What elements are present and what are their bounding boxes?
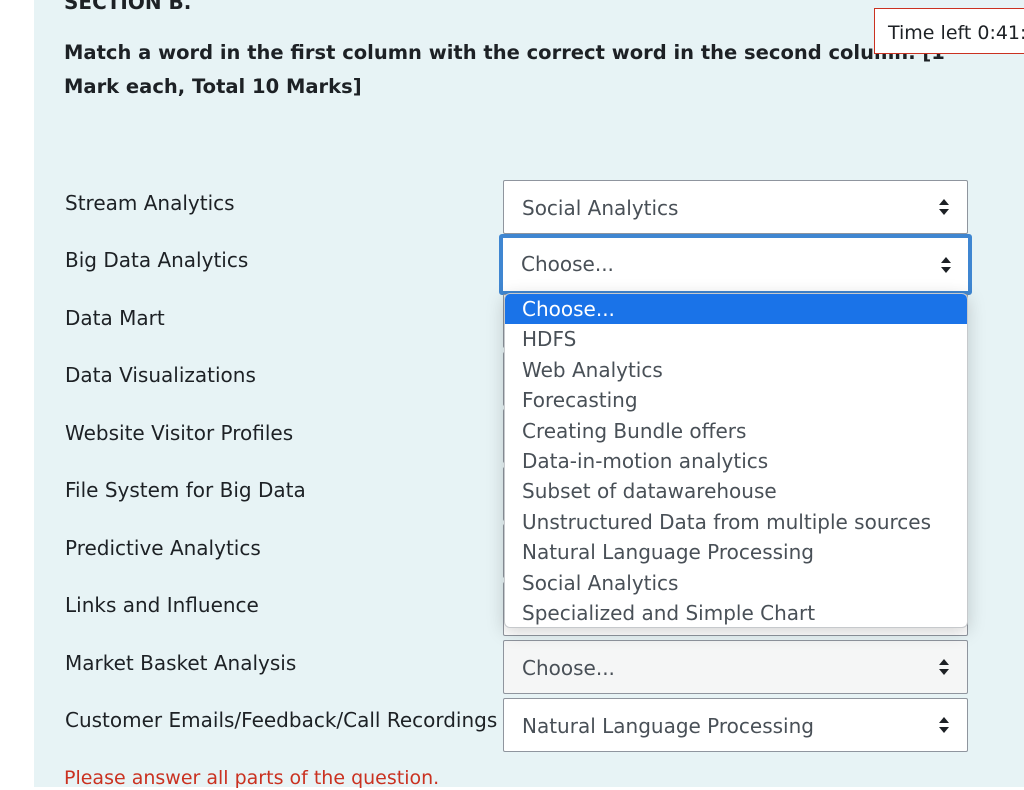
select-dropdown-list[interactable]: Choose... HDFS Web Analytics Forecasting… [504,293,968,628]
dropdown-option-forecasting[interactable]: Forecasting [505,385,967,415]
stem-customer-emails: Customer Emails/Feedback/Call Recordings [65,708,498,732]
answer-select-9[interactable]: Choose... [503,640,968,694]
stem-market-basket-analysis: Market Basket Analysis [65,651,297,675]
question-instructions: Match a word in the first column with th… [64,41,945,98]
dropdown-option-data-in-motion[interactable]: Data-in-motion analytics [505,446,967,476]
stem-stream-analytics: Stream Analytics [65,191,235,215]
answer-select-2[interactable]: Choose... [499,234,972,295]
dropdown-option-social-analytics[interactable]: Social Analytics [505,568,967,598]
dropdown-option-hdfs[interactable]: HDFS [505,324,967,354]
dropdown-option-choose[interactable]: Choose... [505,294,967,325]
select-arrows-icon [939,717,949,733]
answer-select-1[interactable]: Social Analytics [503,180,968,234]
quiz-timer: Time left 0:41: [874,8,1024,54]
section-heading: SECTION B. [64,0,192,14]
select-value: Natural Language Processing [522,714,814,738]
stem-big-data-analytics: Big Data Analytics [65,248,249,272]
dropdown-option-creating-bundle-offers[interactable]: Creating Bundle offers [505,416,967,446]
dropdown-option-nlp[interactable]: Natural Language Processing [505,537,967,567]
stem-file-system-big-data: File System for Big Data [65,478,306,502]
answer-select-10[interactable]: Natural Language Processing [503,698,968,752]
stem-predictive-analytics: Predictive Analytics [65,536,261,560]
stem-data-mart: Data Mart [65,306,165,330]
dropdown-option-subset-datawarehouse[interactable]: Subset of datawarehouse [505,476,967,506]
select-arrows-icon [939,199,949,215]
validation-message: Please answer all parts of the question. [64,767,440,789]
stem-website-visitor-profiles: Website Visitor Profiles [65,421,294,445]
select-value: Choose... [521,252,614,276]
select-arrows-icon [939,659,949,675]
select-arrows-icon [941,256,951,273]
stem-data-visualizations: Data Visualizations [65,363,256,387]
dropdown-option-specialized-chart[interactable]: Specialized and Simple Chart [505,598,967,627]
dropdown-option-web-analytics[interactable]: Web Analytics [505,355,967,385]
dropdown-option-unstructured-data[interactable]: Unstructured Data from multiple sources [505,507,967,537]
select-value: Social Analytics [522,196,679,220]
stem-links-and-influence: Links and Influence [65,593,259,617]
select-value: Choose... [522,656,615,680]
